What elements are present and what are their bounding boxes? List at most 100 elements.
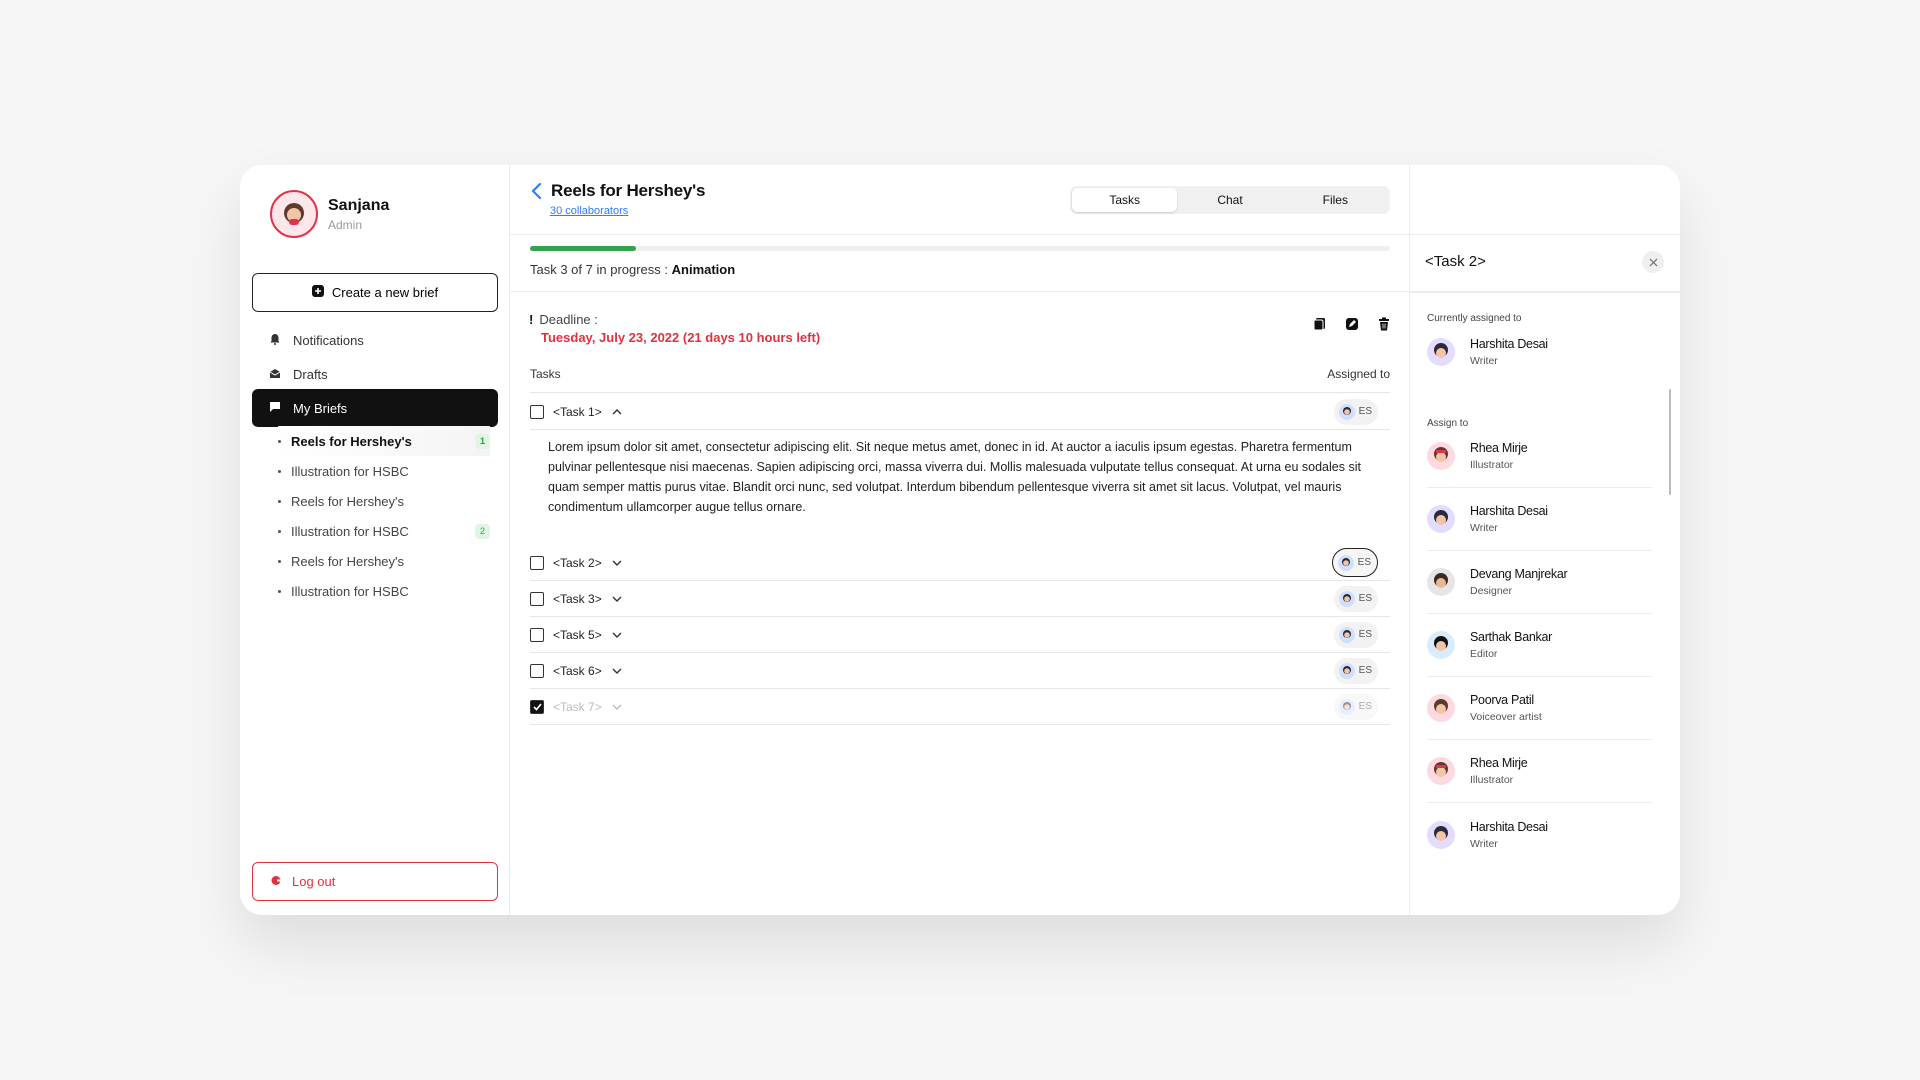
person-option[interactable]: Harshita Desai Writer — [1427, 488, 1652, 551]
copy-icon[interactable] — [1313, 317, 1327, 331]
nav-my-briefs[interactable]: My Briefs — [252, 389, 498, 427]
person-option[interactable]: Rhea Mirje Illustrator — [1427, 740, 1652, 803]
progress-fill — [530, 246, 637, 251]
brief-item[interactable]: Illustration for HSBC — [278, 456, 490, 486]
avatar — [1427, 568, 1455, 596]
task-checkbox[interactable] — [530, 663, 544, 678]
assignee-initials: ES — [1358, 406, 1372, 417]
assignee-initials: ES — [1357, 557, 1371, 568]
assignee-chip[interactable]: ES — [1334, 657, 1378, 684]
task-checkbox[interactable] — [530, 404, 544, 419]
avatar — [1338, 554, 1354, 571]
brief-item[interactable]: Illustration for HSBC 2 — [278, 516, 490, 546]
person-name: Poorva Patil — [1470, 693, 1534, 707]
chevron-down-icon[interactable] — [612, 559, 622, 567]
avatar — [1427, 757, 1455, 785]
person-option[interactable]: Devang Manjrekar Designer — [1427, 551, 1652, 614]
brief-item[interactable]: Illustration for HSBC — [278, 576, 490, 606]
assignee-chip[interactable]: ES — [1334, 398, 1378, 425]
profile[interactable]: Sanjana Admin — [270, 190, 389, 238]
person-option[interactable]: Sarthak Bankar Editor — [1427, 614, 1652, 677]
avatar — [1339, 590, 1355, 607]
chevron-down-icon[interactable] — [612, 595, 622, 603]
progress-bar — [530, 246, 1390, 251]
logout-button[interactable]: Log out — [252, 862, 498, 901]
chevron-down-icon[interactable] — [612, 667, 622, 675]
close-icon[interactable] — [1642, 251, 1664, 273]
task-checkbox[interactable] — [530, 699, 544, 714]
chevron-up-icon[interactable] — [612, 408, 622, 416]
nav-drafts[interactable]: Drafts — [252, 355, 498, 393]
brief-item[interactable]: Reels for Hershey's 1 — [278, 426, 490, 456]
assign-panel: <Task 2> Currently assigned to Harshita … — [1410, 165, 1680, 915]
person-option[interactable]: Poorva Patil Voiceover artist — [1427, 677, 1652, 740]
person-role: Writer — [1470, 522, 1498, 534]
inbox-icon — [269, 367, 281, 382]
create-brief-button[interactable]: Create a new brief — [252, 273, 498, 312]
avatar — [270, 190, 318, 238]
edit-icon[interactable] — [1345, 317, 1359, 331]
task-row[interactable]: <Task 7> ES — [530, 689, 1390, 725]
person-name: Rhea Mirje — [1470, 441, 1528, 455]
assignee-chip[interactable]: ES — [1334, 585, 1378, 612]
assignee-chip[interactable]: ES — [1332, 548, 1378, 577]
back-arrow-icon[interactable] — [530, 182, 544, 205]
bullet-icon — [278, 469, 281, 473]
bullet-icon — [278, 589, 281, 593]
task-label: <Task 1> — [553, 404, 602, 419]
person-option[interactable]: Harshita Desai Writer — [1427, 803, 1652, 866]
assignee-initials: ES — [1358, 665, 1372, 676]
task-label: <Task 2> — [553, 555, 602, 570]
avatar — [1427, 820, 1455, 849]
task-checkbox[interactable] — [530, 555, 544, 570]
task-checkbox[interactable] — [530, 591, 544, 606]
chevron-down-icon[interactable] — [612, 631, 622, 639]
task-label: <Task 6> — [553, 663, 602, 678]
logout-icon — [271, 874, 282, 889]
person-name: Sarthak Bankar — [1470, 630, 1552, 644]
person-role: Writer — [1470, 837, 1498, 850]
person-name: Harshita Desai — [1470, 819, 1548, 834]
task-label: <Task 3> — [553, 591, 602, 606]
avatar — [1427, 337, 1455, 366]
task-row[interactable]: <Task 2> ES — [530, 545, 1390, 581]
bell-icon — [269, 333, 281, 348]
person-option[interactable]: Rhea Mirje Illustrator — [1427, 425, 1652, 488]
brief-item[interactable]: Reels for Hershey's — [278, 546, 490, 576]
tab-chat[interactable]: Chat — [1177, 188, 1282, 212]
brief-item[interactable]: Reels for Hershey's — [278, 486, 490, 516]
nav-notifications[interactable]: Notifications — [252, 321, 498, 359]
task-row[interactable]: <Task 3> ES — [530, 581, 1390, 617]
task-description: Lorem ipsum dolor sit amet, consectetur … — [548, 437, 1393, 518]
task-row[interactable]: <Task 1> ES — [530, 394, 1390, 430]
avatar — [1339, 662, 1355, 679]
tab-tasks[interactable]: Tasks — [1072, 188, 1178, 212]
assignee-chip[interactable]: ES — [1334, 693, 1378, 720]
assignee-initials: ES — [1358, 701, 1372, 712]
brief-label: Reels for Hershey's — [291, 433, 412, 449]
person-name: Harshita Desai — [1470, 336, 1548, 351]
chevron-down-icon[interactable] — [612, 703, 622, 711]
deadline-label: Deadline : — [539, 312, 598, 327]
collaborators-link[interactable]: 30 collaborators — [550, 205, 628, 217]
brief-label: Illustration for HSBC — [291, 583, 409, 599]
panel-header: <Task 2> — [1410, 235, 1680, 293]
create-brief-label: Create a new brief — [331, 285, 439, 300]
brief-label: Reels for Hershey's — [291, 553, 405, 569]
task-label: <Task 7> — [553, 699, 602, 714]
task-row[interactable]: <Task 6> ES — [530, 653, 1390, 689]
panel-scrollbar[interactable] — [1669, 389, 1671, 495]
deadline-value: Tuesday, July 23, 2022 (21 days 10 hours… — [541, 330, 821, 345]
avatar — [1427, 505, 1455, 533]
avatar — [1339, 626, 1355, 643]
tasks-header-label: Tasks — [530, 367, 561, 381]
avatar — [1427, 631, 1455, 659]
task-checkbox[interactable] — [530, 627, 544, 642]
task-label: <Task 5> — [553, 627, 602, 642]
assignee-chip[interactable]: ES — [1334, 621, 1378, 648]
tab-files[interactable]: Files — [1283, 188, 1388, 212]
trash-icon[interactable] — [1377, 317, 1391, 331]
avatar — [1427, 694, 1455, 722]
brief-label: Reels for Hershey's — [291, 493, 405, 509]
task-row[interactable]: <Task 5> ES — [530, 617, 1390, 653]
